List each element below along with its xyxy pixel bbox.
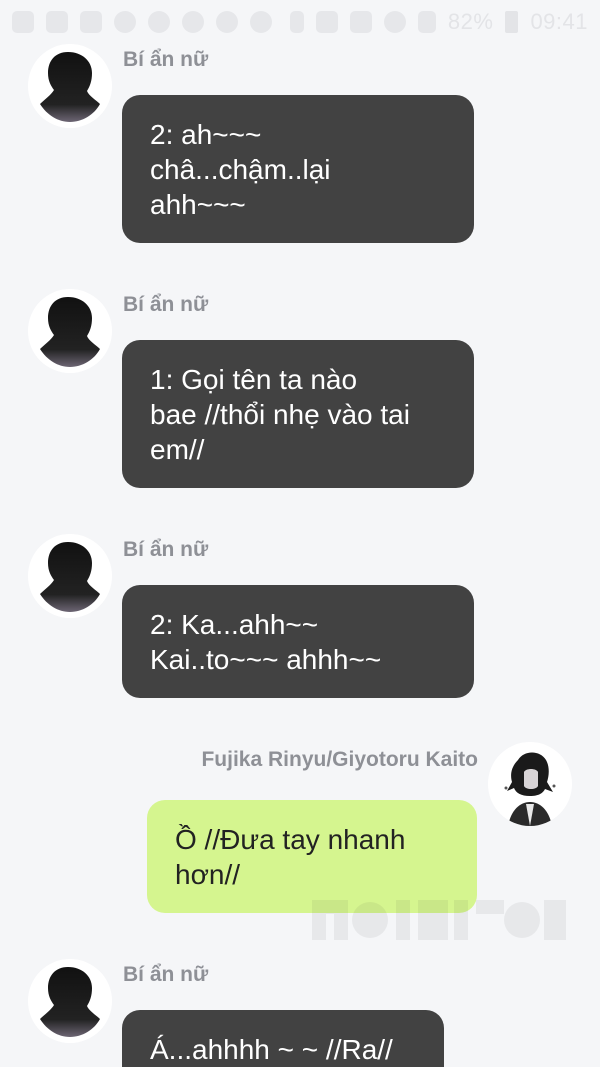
pinterest-icon — [114, 11, 136, 33]
character-avatar-icon — [488, 742, 572, 826]
silhouette-avatar-icon — [28, 289, 112, 373]
app-icon — [216, 11, 238, 33]
notification-icons — [12, 11, 272, 33]
message-text: Ồ //Đưa tay nhanh hơn// — [175, 824, 406, 890]
message-text: Á...ahhhh ~ ~ //Ra// — [150, 1034, 393, 1065]
battery-percent: 82% — [447, 9, 494, 34]
avatar[interactable] — [28, 44, 112, 128]
silhouette-avatar-icon — [28, 534, 112, 618]
message-bubble[interactable]: Á...ahhhh ~ ~ //Ra// — [122, 1010, 444, 1067]
chat-icon — [80, 11, 102, 33]
noveltoon-watermark-icon — [312, 900, 566, 940]
app-icon — [250, 11, 272, 33]
message-bubble[interactable]: 2: ah~~~ châ...chậm..lại ahh~~~ — [122, 95, 474, 243]
status-bar: 82% 09:41 — [0, 0, 600, 44]
message-bubble[interactable]: 2: Ka...ahh~~ Kai..to~~~ ahhh~~ — [122, 585, 474, 698]
sender-name: Bí ẩn nữ — [123, 538, 209, 561]
sender-name: Bí ẩn nữ — [123, 293, 209, 316]
message-text: 1: Gọi tên ta nào bae //thổi nhẹ vào tai… — [150, 364, 410, 465]
signal-icon — [417, 11, 436, 33]
image-icon — [46, 11, 68, 33]
vibrate-icon — [289, 11, 304, 33]
data-icon — [349, 11, 372, 33]
clock: 09:41 — [530, 9, 588, 34]
avatar[interactable] — [488, 742, 572, 826]
sender-name: Fujika Rinyu/Giyotoru Kaito — [201, 748, 478, 771]
sender-name: Bí ẩn nữ — [123, 963, 209, 986]
app-icon — [182, 11, 204, 33]
battery-icon — [505, 11, 519, 33]
message-bubble[interactable]: 1: Gọi tên ta nào bae //thổi nhẹ vào tai… — [122, 340, 474, 488]
silhouette-avatar-icon — [28, 959, 112, 1043]
sender-name: Bí ẩn nữ — [123, 48, 209, 71]
silhouette-avatar-icon — [28, 44, 112, 128]
system-icons: 82% 09:41 — [289, 9, 588, 35]
message-icon — [12, 11, 34, 33]
app-icon — [148, 11, 170, 33]
mute-icon — [315, 11, 338, 33]
wifi-icon — [383, 11, 406, 33]
avatar[interactable] — [28, 289, 112, 373]
message-text: 2: Ka...ahh~~ Kai..to~~~ ahhh~~ — [150, 609, 382, 675]
avatar[interactable] — [28, 534, 112, 618]
message-text: 2: ah~~~ châ...chậm..lại ahh~~~ — [150, 119, 331, 220]
avatar[interactable] — [28, 959, 112, 1043]
